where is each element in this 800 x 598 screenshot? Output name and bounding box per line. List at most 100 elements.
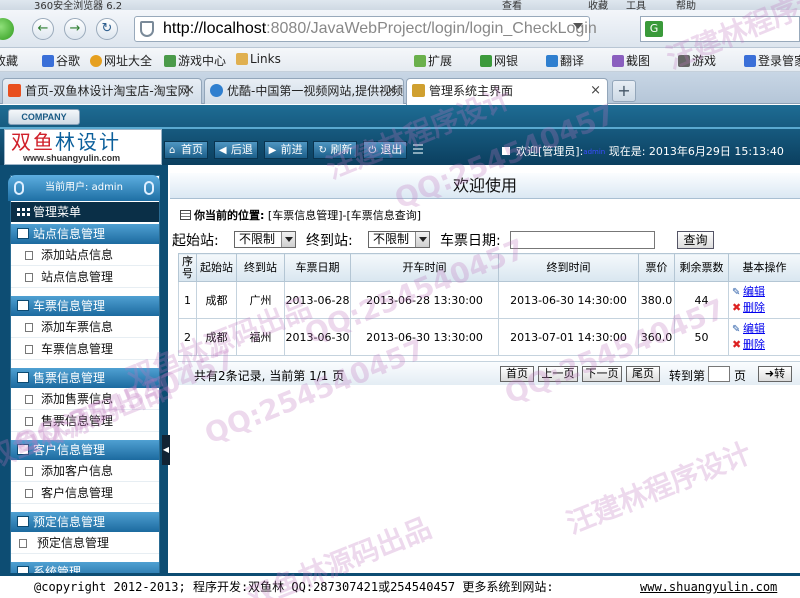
toolbar-translate[interactable]: 翻译 <box>546 52 584 69</box>
delete-link[interactable]: 删除 <box>743 301 765 314</box>
bookmark-links[interactable]: Links <box>236 52 281 66</box>
menu-group-ticket[interactable]: 车票信息管理 <box>11 296 159 316</box>
delete-x-icon: ✖ <box>732 301 742 314</box>
toolbar-screenshot[interactable]: 截图 <box>612 52 650 69</box>
menu-item-manage-booking[interactable]: 预定信息管理 <box>11 532 159 554</box>
home-button[interactable]: ⌂ 首页 <box>164 141 208 159</box>
footer-site-link[interactable]: www.shuangyulin.com <box>640 576 777 598</box>
admin-user-link[interactable]: admin <box>583 148 605 156</box>
current-user-bar: 当前用户: admin <box>8 175 160 201</box>
menu-root[interactable]: 管理菜单 <box>11 202 159 222</box>
close-tab-icon[interactable]: × <box>386 79 397 103</box>
folder-icon <box>17 444 29 455</box>
menu-group-station[interactable]: 站点信息管理 <box>11 224 159 244</box>
toolbar-login-manager[interactable]: 登录管家 <box>744 52 800 69</box>
bookmark-game-center[interactable]: 游戏中心 <box>164 52 226 69</box>
back-button[interactable]: ← <box>32 18 54 40</box>
folder-icon <box>17 372 29 383</box>
ticket-date-label: 车票日期: <box>440 233 501 249</box>
welcome-banner: 欢迎使用 <box>170 173 800 199</box>
menu-item-add-station[interactable]: 添加站点信息 <box>11 244 159 266</box>
menu-group-customer[interactable]: 客户信息管理 <box>11 440 159 460</box>
tab-admin-main[interactable]: 管理系统主界面 × <box>406 78 608 105</box>
ticket-date-input[interactable] <box>510 231 655 249</box>
forward-nav-button[interactable]: ▶ 前进 <box>263 141 308 159</box>
search-input[interactable]: G <box>640 16 800 42</box>
admin-favicon-icon <box>412 84 425 97</box>
browser-logo-icon[interactable] <box>0 18 14 40</box>
search-engine-icon[interactable]: G <box>645 21 663 37</box>
query-button[interactable]: 查询 <box>677 231 714 249</box>
menu-help[interactable]: 帮助 <box>676 0 696 10</box>
toolbar-bank[interactable]: 网银 <box>480 52 518 69</box>
menu-group-sale[interactable]: 售票信息管理 <box>11 368 159 388</box>
forward-arrow-icon: ▶ <box>268 145 277 156</box>
menu-item-manage-sale[interactable]: 售票信息管理 <box>11 410 159 432</box>
site-nav-icon <box>90 55 102 67</box>
menu-group-booking[interactable]: 预定信息管理 <box>11 512 159 532</box>
new-tab-button[interactable]: + <box>612 80 636 102</box>
last-page-button[interactable]: 尾页 <box>626 366 660 382</box>
close-tab-icon[interactable]: × <box>184 79 195 103</box>
logout-button[interactable]: ⏻ 退出 <box>363 141 408 159</box>
pencil-icon: ✎ <box>732 287 741 298</box>
table-cell: 44 <box>674 281 729 319</box>
menu-item-add-customer[interactable]: 添加客户信息 <box>11 460 159 482</box>
back-arrow-icon: ◀ <box>218 145 227 156</box>
collapse-sidebar-handle[interactable]: ◀ <box>162 435 170 465</box>
url-input[interactable]: http://localhost:8080/JavaWebProject/log… <box>134 16 597 42</box>
ticket-table: 序号 起始站 终到站 车票日期 开车时间 终到时间 票价 剩余票数 基本操作 1… <box>178 253 800 356</box>
column-header: 票价 <box>638 253 675 282</box>
bookmark-google[interactable]: 谷歌 <box>42 52 80 69</box>
first-page-button[interactable]: 首页 <box>500 366 534 382</box>
menu-item-add-ticket[interactable]: 添加车票信息 <box>11 316 159 338</box>
copyright-text: @copyright 2012-2013; 程序开发:双鱼林 QQ:287307… <box>34 580 554 594</box>
start-station-select[interactable]: 不限制 <box>234 231 296 248</box>
edit-link[interactable]: 编辑 <box>743 322 765 335</box>
bookmark-site-nav[interactable]: 网址大全 <box>90 52 152 69</box>
table-cell: 2 <box>178 318 197 356</box>
google-icon <box>42 55 54 67</box>
document-icon <box>25 417 33 426</box>
delete-link[interactable]: 删除 <box>743 338 765 351</box>
logo-title: 双鱼林设计 <box>11 130 121 154</box>
menu-favorites[interactable]: 收藏 <box>588 0 608 10</box>
edit-link[interactable]: 编辑 <box>743 285 765 298</box>
refresh-page-button[interactable]: ↻ 刷新 <box>313 141 358 159</box>
close-tab-icon[interactable]: × <box>590 79 601 103</box>
table-cell: 福州 <box>236 318 285 356</box>
app-header: COMPANY 双鱼林设计 www.shuangyulin.com ⌂ 首页 ◀ 后… <box>0 105 800 165</box>
refresh-button[interactable]: ↻ <box>96 18 118 40</box>
page-footer: @copyright 2012-2013; 程序开发:双鱼林 QQ:287307… <box>0 573 800 598</box>
menu-tools[interactable]: 工具 <box>626 0 646 10</box>
goto-page-input[interactable] <box>708 366 730 382</box>
tab-youku[interactable]: 优酷-中国第一视频网站,提供视频 × <box>204 78 404 104</box>
toolbar-extensions[interactable]: 扩展 <box>414 52 452 69</box>
column-header: 基本操作 <box>728 253 800 282</box>
menu-item-manage-station[interactable]: 站点信息管理 <box>11 266 159 288</box>
tab-taobao[interactable]: 首页-双鱼林设计淘宝店-淘宝网 × <box>2 78 202 104</box>
toolbar-games[interactable]: 游戏 <box>678 52 716 69</box>
next-page-button[interactable]: 下一页 <box>582 366 622 382</box>
url-text[interactable]: http://localhost:8080/JavaWebProject/log… <box>163 19 597 39</box>
goto-button[interactable]: ➜转 <box>758 366 792 382</box>
status-square-icon <box>502 147 510 155</box>
address-bar-row: ← → ↻ http://localhost:8080/JavaWebProje… <box>0 10 800 48</box>
refresh-icon: ↻ <box>101 21 113 36</box>
breadcrumb: 你当前的位置: [车票信息管理]-[车票信息查询] <box>180 207 421 223</box>
forward-button[interactable]: → <box>64 18 86 40</box>
end-station-select[interactable]: 不限制 <box>368 231 430 248</box>
table-row: 1 成都 广州 2013-06-28 2013-06-28 13:30:00 2… <box>178 281 800 319</box>
prev-page-button[interactable]: 上一页 <box>538 366 578 382</box>
back-nav-button[interactable]: ◀ 后退 <box>213 141 258 159</box>
menu-item-add-sale[interactable]: 添加售票信息 <box>11 388 159 410</box>
url-dropdown-icon[interactable] <box>573 23 583 29</box>
delete-x-icon: ✖ <box>732 338 742 351</box>
column-header: 序号 <box>178 253 197 282</box>
bookmark-favorites[interactable]: 收藏 <box>0 52 18 69</box>
menu-item-manage-customer[interactable]: 客户信息管理 <box>11 482 159 504</box>
menu-view[interactable]: 查看 <box>502 0 522 10</box>
tab-strip: 首页-双鱼林设计淘宝店-淘宝网 × 优酷-中国第一视频网站,提供视频 × 管理系… <box>0 72 800 105</box>
menu-item-manage-ticket[interactable]: 车票信息管理 <box>11 338 159 360</box>
table-row: 2 成都 福州 2013-06-30 2013-06-30 13:30:00 2… <box>178 318 800 356</box>
